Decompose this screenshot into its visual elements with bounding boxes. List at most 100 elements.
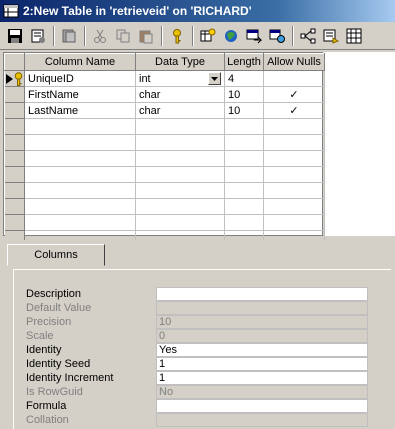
cell-allow-nulls[interactable]: ✓ xyxy=(263,86,325,103)
empty-cell[interactable] xyxy=(24,118,136,135)
row-selector[interactable] xyxy=(4,102,25,119)
header-data-type[interactable]: Data Type xyxy=(135,53,225,71)
empty-row[interactable] xyxy=(4,118,325,135)
row-selector[interactable] xyxy=(4,86,25,103)
prop-collation: Collation xyxy=(26,413,142,427)
grid-button[interactable] xyxy=(343,25,365,47)
empty-row[interactable] xyxy=(4,198,325,215)
generate-script-button[interactable] xyxy=(58,25,80,47)
empty-cell[interactable] xyxy=(135,166,225,183)
empty-cell[interactable] xyxy=(24,150,136,167)
empty-cell[interactable] xyxy=(135,214,225,231)
table-row[interactable]: FirstName char 10 ✓ xyxy=(4,86,325,103)
set-primary-key-button[interactable] xyxy=(166,25,188,47)
empty-cell[interactable] xyxy=(24,182,136,199)
empty-cell[interactable] xyxy=(263,214,325,231)
empty-cell[interactable] xyxy=(263,182,325,199)
manage-indexes-button[interactable] xyxy=(220,25,242,47)
row-selector[interactable] xyxy=(4,166,25,183)
identity-increment-field[interactable]: 1 xyxy=(156,371,368,385)
prop-label: Description xyxy=(26,288,82,300)
column-properties-area: Columns Description Default Value Precis… xyxy=(3,240,395,429)
table-row[interactable]: UniqueID int 4 xyxy=(4,70,325,87)
manage-triggers-icon xyxy=(323,29,339,44)
empty-cell[interactable] xyxy=(224,198,264,215)
prop-label: Formula xyxy=(26,400,67,412)
cell-column-name[interactable]: FirstName xyxy=(24,86,136,103)
empty-cell[interactable] xyxy=(24,134,136,151)
row-selector[interactable] xyxy=(4,118,25,135)
table-row[interactable]: LastName char 10 ✓ xyxy=(4,102,325,119)
empty-row[interactable] xyxy=(4,214,325,231)
cell-allow-nulls[interactable]: ✓ xyxy=(263,102,325,119)
row-selector[interactable] xyxy=(4,134,25,151)
data-type-dropdown-button[interactable] xyxy=(208,72,221,85)
empty-cell[interactable] xyxy=(24,214,136,231)
empty-row[interactable] xyxy=(4,134,325,151)
cell-length[interactable]: 4 xyxy=(224,70,264,87)
identity-field[interactable]: Yes xyxy=(156,343,368,357)
cell-length[interactable]: 10 xyxy=(224,86,264,103)
empty-cell[interactable] xyxy=(263,118,325,135)
manage-constraints-button[interactable] xyxy=(266,25,288,47)
manage-triggers-button[interactable] xyxy=(320,25,342,47)
row-selector[interactable] xyxy=(4,70,25,87)
empty-cell[interactable] xyxy=(224,118,264,135)
empty-cell[interactable] xyxy=(224,214,264,231)
properties-button[interactable] xyxy=(27,25,49,47)
empty-cell[interactable] xyxy=(24,166,136,183)
header-allow-nulls[interactable]: Allow Nulls xyxy=(263,53,325,71)
save-button[interactable] xyxy=(4,25,26,47)
empty-cell[interactable] xyxy=(224,134,264,151)
empty-cell[interactable] xyxy=(135,118,225,135)
identity-seed-field[interactable]: 1 xyxy=(156,357,368,371)
cell-data-type[interactable]: char xyxy=(135,102,225,119)
cell-data-type[interactable]: int xyxy=(135,70,225,87)
copy-button[interactable] xyxy=(112,25,134,47)
cell-column-name[interactable]: UniqueID xyxy=(24,70,136,87)
empty-cell[interactable] xyxy=(263,166,325,183)
cell-length[interactable]: 10 xyxy=(224,102,264,119)
empty-cell[interactable] xyxy=(135,182,225,199)
cut-button[interactable] xyxy=(89,25,111,47)
column-grid-table: Column Name Data Type Length Allow Nulls… xyxy=(4,53,325,263)
table-designer-button[interactable] xyxy=(197,25,219,47)
empty-row[interactable] xyxy=(4,166,325,183)
empty-row[interactable] xyxy=(4,150,325,167)
row-selector[interactable] xyxy=(4,198,25,215)
description-field[interactable] xyxy=(156,287,368,301)
relationship-diagram-icon xyxy=(300,28,316,43)
current-row-arrow-icon xyxy=(5,73,13,84)
empty-cell[interactable] xyxy=(224,150,264,167)
empty-cell[interactable] xyxy=(263,134,325,151)
manage-constraints-icon xyxy=(269,29,285,43)
row-selector[interactable] xyxy=(4,214,25,231)
header-length[interactable]: Length xyxy=(224,53,264,71)
empty-cell[interactable] xyxy=(224,166,264,183)
empty-cell[interactable] xyxy=(135,134,225,151)
tab-columns[interactable]: Columns xyxy=(7,244,105,266)
empty-cell[interactable] xyxy=(224,182,264,199)
header-column-name[interactable]: Column Name xyxy=(24,53,136,71)
row-selector[interactable] xyxy=(4,182,25,199)
primary-key-icon xyxy=(14,71,22,86)
relationship-diagram-button[interactable] xyxy=(297,25,319,47)
empty-row[interactable] xyxy=(4,182,325,199)
prop-description: Description xyxy=(26,287,142,301)
empty-cell[interactable] xyxy=(135,198,225,215)
cell-allow-nulls[interactable] xyxy=(263,70,325,87)
empty-cell[interactable] xyxy=(24,198,136,215)
empty-cell[interactable] xyxy=(263,150,325,167)
row-selector[interactable] xyxy=(4,150,25,167)
paste-button[interactable] xyxy=(135,25,157,47)
window-titlebar[interactable]: 2:New Table in 'retrieveid' on 'RICHARD' xyxy=(0,0,395,22)
prop-label: Identity Increment xyxy=(26,372,114,384)
formula-field[interactable] xyxy=(156,399,368,413)
cell-column-name[interactable]: LastName xyxy=(24,102,136,119)
empty-cell[interactable] xyxy=(135,150,225,167)
empty-cell[interactable] xyxy=(263,198,325,215)
toolbar-separator xyxy=(192,25,194,46)
cell-data-type[interactable]: char xyxy=(135,86,225,103)
column-grid[interactable]: Column Name Data Type Length Allow Nulls… xyxy=(3,52,325,263)
manage-relationships-button[interactable] xyxy=(243,25,265,47)
